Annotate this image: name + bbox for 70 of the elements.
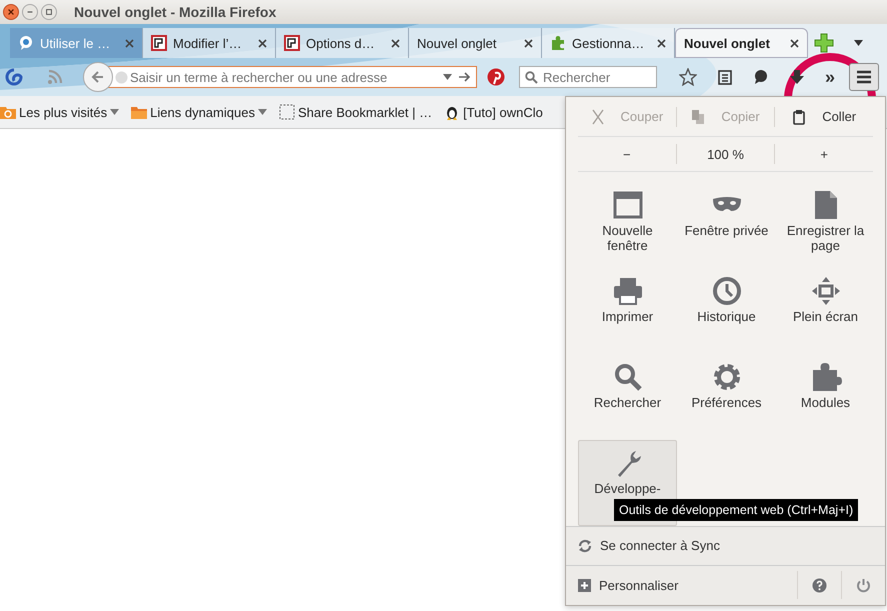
menu-item[interactable]: Fenêtre privée xyxy=(677,182,776,268)
close-button[interactable] xyxy=(3,4,19,20)
browser-tab[interactable]: Options d… xyxy=(276,28,409,58)
window-title: Nouvel onglet - Mozilla Firefox xyxy=(74,4,276,20)
clock-icon xyxy=(710,275,742,308)
search-field[interactable]: Rechercher xyxy=(519,66,657,88)
speech-bubble-icon xyxy=(18,35,34,51)
browser-tab[interactable]: Nouvel onglet xyxy=(409,28,542,58)
menu-button[interactable] xyxy=(849,63,880,91)
overflow-button[interactable]: » xyxy=(825,66,836,88)
zoom-in-button[interactable]: + xyxy=(775,146,874,163)
star-icon[interactable] xyxy=(679,68,697,86)
browser-tab[interactable]: Gestionna… xyxy=(542,28,675,58)
caret-icon xyxy=(110,109,120,115)
download-icon[interactable] xyxy=(789,69,805,85)
folder-icon xyxy=(131,104,148,120)
browser-tab[interactable]: Nouvel onglet xyxy=(675,28,808,58)
printer-icon xyxy=(612,275,644,308)
sync-icon xyxy=(578,538,592,553)
menu-item[interactable]: Nouvelle fenêtre xyxy=(578,182,677,268)
arrow-right-icon[interactable] xyxy=(459,72,471,82)
chat-icon[interactable] xyxy=(753,69,769,85)
menu-item[interactable]: Rechercher xyxy=(578,354,677,440)
site-icon xyxy=(151,35,167,51)
puzzle-icon xyxy=(550,35,566,51)
close-icon[interactable] xyxy=(790,38,799,48)
page-icon xyxy=(278,104,295,120)
bookmark-item[interactable]: Liens dynamiques xyxy=(131,104,267,120)
swirl-icon[interactable] xyxy=(5,68,23,86)
fullscreen-icon xyxy=(810,275,842,308)
folder-icon xyxy=(0,104,16,120)
site-icon xyxy=(284,35,300,51)
close-icon[interactable] xyxy=(524,38,533,48)
caret-icon[interactable] xyxy=(443,74,452,80)
clipboard-icon xyxy=(792,108,806,125)
menu-item[interactable]: Modules xyxy=(776,354,875,440)
sync-button[interactable]: Se connecter à Sync xyxy=(578,538,720,554)
pin-logo-icon[interactable] xyxy=(487,68,505,86)
window-icon xyxy=(612,189,644,222)
dropdown-icon[interactable] xyxy=(854,40,863,46)
menu-icon xyxy=(856,70,872,84)
menu-item[interactable]: Plein écran xyxy=(776,268,875,354)
menu-item[interactable]: Imprimer xyxy=(578,268,677,354)
edit-button[interactable]: Coller xyxy=(775,108,874,126)
new-tab-icon[interactable] xyxy=(814,33,834,53)
maximize-button[interactable] xyxy=(41,4,57,20)
menu-item[interactable]: Enregistrer la page xyxy=(776,182,875,268)
copy-icon xyxy=(691,108,706,125)
list-icon[interactable] xyxy=(717,69,733,85)
menu-item[interactable]: Historique xyxy=(677,268,776,354)
zoom-out-button[interactable]: − xyxy=(578,146,676,163)
arrow-left-icon xyxy=(91,70,105,84)
plus-icon xyxy=(578,578,591,592)
help-icon[interactable] xyxy=(812,578,827,593)
bookmark-item[interactable]: Les plus visités xyxy=(0,104,120,120)
menu-item[interactable]: Préférences xyxy=(677,354,776,440)
browser-tab[interactable]: Modifier l’… xyxy=(143,28,276,58)
bookmark-item[interactable]: Share Bookmarklet | … xyxy=(278,104,432,120)
bookmark-item[interactable]: [Tuto] ownClo xyxy=(444,104,543,120)
caret-icon xyxy=(258,109,267,115)
tooltip: Outils de développement web (Ctrl+Maj+I) xyxy=(614,499,858,521)
search-icon xyxy=(525,71,538,84)
close-icon[interactable] xyxy=(391,38,400,48)
power-icon[interactable] xyxy=(856,578,871,593)
zoom-reset-button[interactable]: 100 % xyxy=(676,146,774,163)
scissors-icon xyxy=(590,108,605,125)
close-icon[interactable] xyxy=(657,38,666,48)
close-icon[interactable] xyxy=(258,38,267,48)
close-icon xyxy=(7,8,15,16)
square-icon xyxy=(45,8,53,16)
